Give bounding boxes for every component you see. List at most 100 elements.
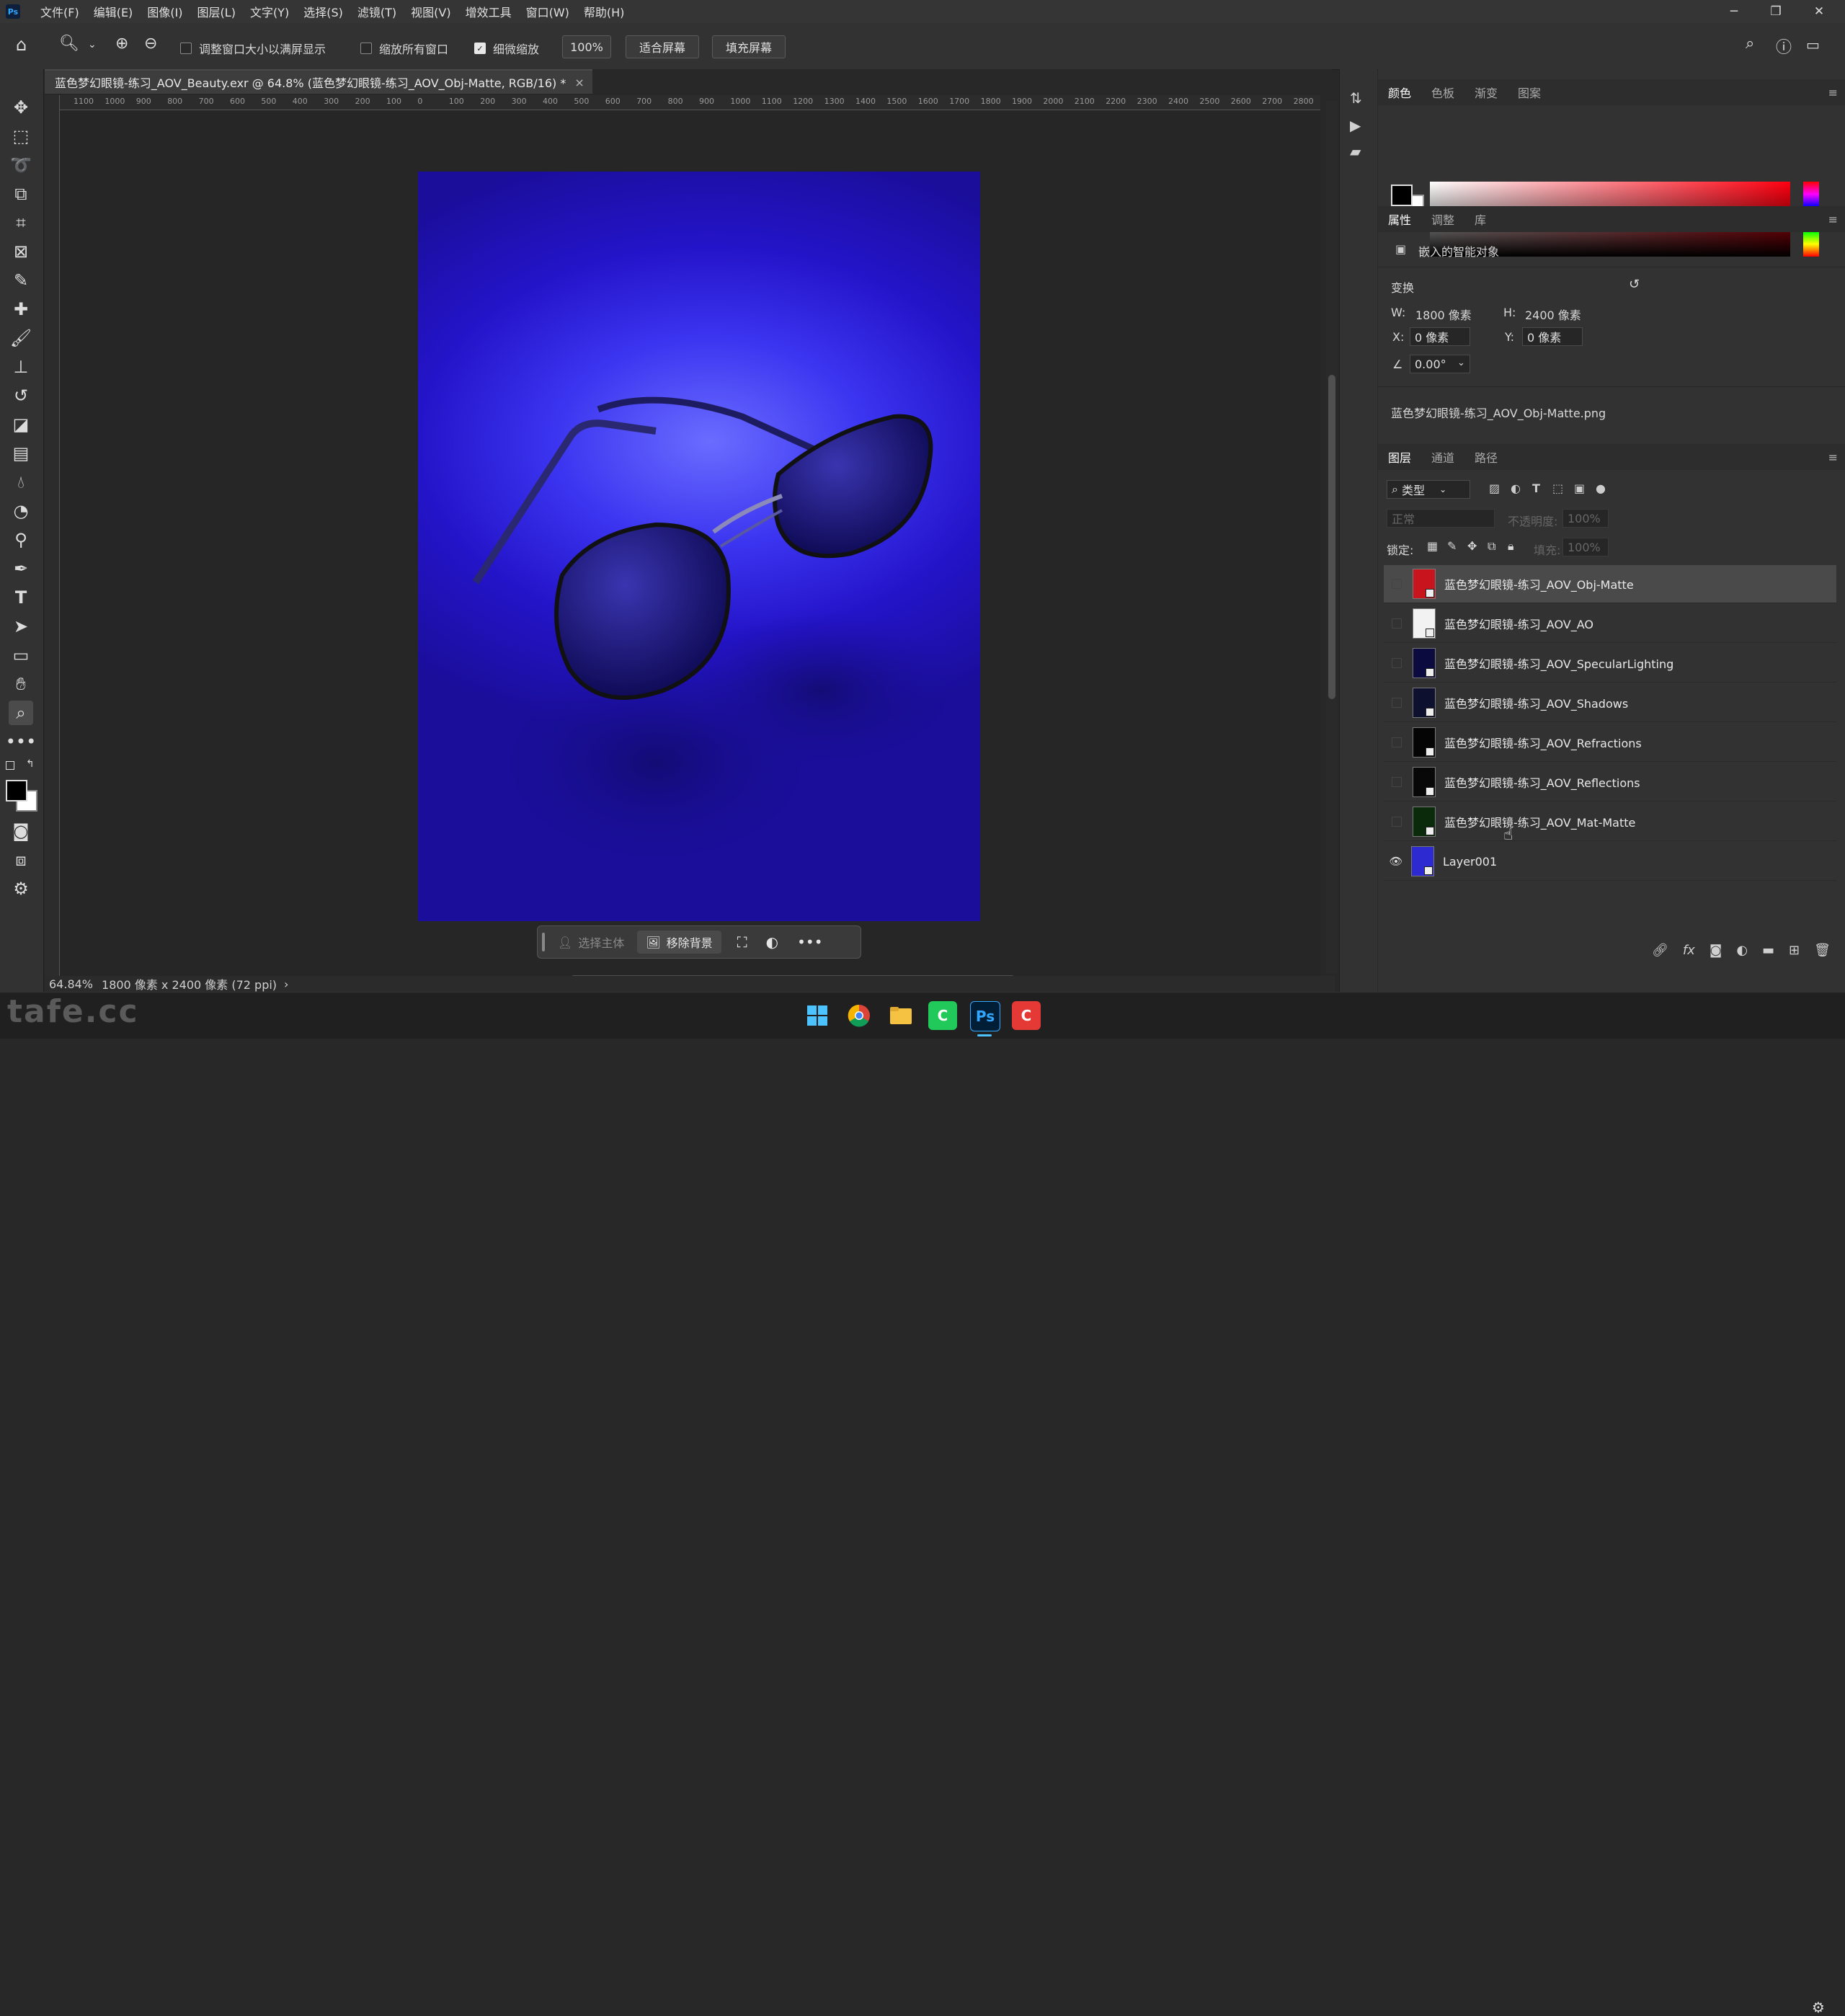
select-subject-button[interactable]: 👤︎ 选择主体 bbox=[558, 931, 624, 954]
zoom-level[interactable]: 64.84% bbox=[49, 977, 93, 991]
resize-windows-checkbox[interactable]: 调整窗口大小以满屏显示 bbox=[180, 40, 326, 57]
comment-icon[interactable]: ▰ bbox=[1350, 143, 1361, 160]
menu-item[interactable]: 滤镜(T) bbox=[350, 3, 404, 20]
burn-tool-icon[interactable]: ⚲ bbox=[9, 528, 33, 552]
photoshop-taskbar-icon[interactable]: Ps bbox=[970, 1001, 1000, 1031]
default-colors-icon[interactable] bbox=[6, 761, 14, 770]
blend-mode-select[interactable]: 正常 bbox=[1387, 509, 1495, 528]
document-image[interactable] bbox=[418, 172, 980, 921]
lasso-tool-icon[interactable]: ➰ bbox=[9, 153, 33, 177]
tab-libraries[interactable]: 库 bbox=[1464, 210, 1496, 228]
scrollbar-thumb[interactable] bbox=[1328, 375, 1335, 699]
chevron-down-icon[interactable]: ⌄ bbox=[88, 39, 97, 50]
color-panel-foreground-swatch[interactable] bbox=[1391, 185, 1413, 206]
stamp-tool-icon[interactable]: ⊥ bbox=[9, 355, 33, 379]
width-value[interactable]: 1800 像素 bbox=[1415, 306, 1472, 323]
dodge-tool-icon[interactable]: ◔ bbox=[9, 499, 33, 523]
tab-patterns[interactable]: 图案 bbox=[1508, 84, 1551, 101]
home-icon[interactable]: ⌂ bbox=[16, 35, 27, 55]
tab-swatches[interactable]: 色板 bbox=[1421, 84, 1464, 101]
pixel-filter-icon[interactable]: ▨ bbox=[1489, 481, 1500, 495]
more-options-icon[interactable]: ••• bbox=[797, 931, 822, 954]
tab-channels[interactable]: 通道 bbox=[1421, 448, 1464, 466]
edit-toolbar-icon[interactable]: ⚙ bbox=[9, 876, 33, 901]
remove-background-button[interactable]: 🖼︎ 移除背景 bbox=[637, 931, 721, 954]
type-filter-icon[interactable]: T bbox=[1532, 481, 1540, 495]
file-explorer-icon[interactable] bbox=[886, 1001, 915, 1030]
chrome-icon[interactable] bbox=[845, 1001, 873, 1030]
lock-artboard-icon[interactable]: ⧉ bbox=[1488, 539, 1495, 554]
scrubby-zoom-checkbox[interactable]: ✓ 细微缩放 bbox=[474, 40, 539, 57]
object-selection-tool-icon[interactable]: ⧉ bbox=[9, 182, 33, 206]
delete-layer-icon[interactable]: 🗑︎ bbox=[1814, 943, 1831, 958]
new-group-icon[interactable]: ▬ bbox=[1762, 943, 1774, 958]
panel-menu-icon[interactable]: ≡ bbox=[1828, 213, 1838, 226]
menu-item[interactable]: 编辑(E) bbox=[86, 3, 141, 20]
workspace-icon[interactable]: ▭ bbox=[1806, 36, 1820, 53]
opacity-input[interactable]: 100% bbox=[1562, 509, 1609, 528]
tab-gradients[interactable]: 渐变 bbox=[1464, 84, 1508, 101]
layer-row[interactable]: 蓝色梦幻眼镜-练习_AOV_Reflections bbox=[1384, 763, 1836, 801]
marquee-tool-icon[interactable]: ⬚ bbox=[9, 124, 33, 148]
brush-tool-icon[interactable]: 🖌︎ bbox=[9, 326, 33, 350]
tab-layers[interactable]: 图层 bbox=[1378, 448, 1421, 466]
layer-row[interactable]: 蓝色梦幻眼镜-练习_AOV_Mat-Matte bbox=[1384, 803, 1836, 841]
pen-tool-icon[interactable]: ✒ bbox=[9, 556, 33, 581]
healing-tool-icon[interactable]: ✚ bbox=[9, 297, 33, 321]
x-input[interactable]: 0 像素 bbox=[1410, 327, 1470, 346]
fill-input[interactable]: 100% bbox=[1562, 538, 1609, 556]
zoom-all-windows-checkbox[interactable]: 缩放所有窗口 bbox=[360, 40, 448, 57]
panel-menu-icon[interactable]: ≡ bbox=[1828, 450, 1838, 464]
tab-paths[interactable]: 路径 bbox=[1464, 448, 1508, 466]
layer-row[interactable]: 蓝色梦幻眼镜-练习_AOV_SpecularLighting bbox=[1384, 644, 1836, 683]
foreground-color-swatch[interactable] bbox=[6, 780, 27, 801]
green-app-icon[interactable]: C bbox=[928, 1001, 957, 1030]
visibility-toggle[interactable] bbox=[1392, 698, 1402, 708]
visibility-toggle[interactable] bbox=[1392, 777, 1402, 787]
link-layers-icon[interactable]: 🔗︎ bbox=[1652, 943, 1668, 958]
zoom-tool-preset-icon[interactable]: 🔍︎ bbox=[59, 35, 79, 53]
layer-row[interactable]: 蓝色梦幻眼镜-练习_AOV_AO bbox=[1384, 605, 1836, 643]
filter-toggle-icon[interactable]: ● bbox=[1596, 481, 1606, 495]
blur-tool-icon[interactable]: 💧︎ bbox=[9, 470, 33, 494]
menu-item[interactable]: 增效工具 bbox=[458, 3, 519, 20]
lock-all-icon[interactable]: 🔒︎ bbox=[1508, 539, 1514, 554]
new-adjustment-icon[interactable]: ◐ bbox=[1736, 943, 1748, 958]
eyedropper-tool-icon[interactable]: ✎ bbox=[9, 268, 33, 293]
visibility-toggle[interactable] bbox=[1392, 618, 1402, 629]
fill-screen-button[interactable]: 填充屏幕 bbox=[712, 35, 786, 58]
layer-row[interactable]: 蓝色梦幻眼镜-练习_AOV_Shadows bbox=[1384, 684, 1836, 722]
vertical-scrollbar[interactable] bbox=[1326, 101, 1338, 973]
menu-item[interactable]: 选择(S) bbox=[296, 3, 350, 20]
height-value[interactable]: 2400 像素 bbox=[1525, 306, 1581, 323]
drag-handle[interactable] bbox=[542, 933, 545, 951]
chevron-right-icon[interactable]: › bbox=[284, 977, 288, 991]
red-app-icon[interactable]: C bbox=[1012, 1001, 1041, 1030]
add-mask-icon[interactable]: ◙ bbox=[1710, 943, 1722, 958]
more-tools-icon[interactable]: ••• bbox=[6, 729, 36, 754]
quick-mask-icon[interactable]: ◙ bbox=[9, 819, 33, 843]
swap-colors-icon[interactable]: ↰ bbox=[26, 758, 35, 770]
screen-mode-icon[interactable]: ⧈ bbox=[9, 848, 33, 872]
layer-row[interactable]: 蓝色梦幻眼镜-练习_AOV_Obj-Matte bbox=[1384, 565, 1836, 603]
lock-pixels-icon[interactable]: ✎ bbox=[1447, 539, 1457, 553]
panel-menu-icon[interactable]: ≡ bbox=[1828, 86, 1838, 99]
lock-position-icon[interactable]: ✥ bbox=[1467, 539, 1477, 553]
tab-color[interactable]: 颜色 bbox=[1378, 84, 1421, 101]
tab-properties[interactable]: 属性 bbox=[1378, 210, 1421, 228]
zoom-in-icon[interactable]: ⊕ bbox=[115, 35, 128, 53]
adjustment-filter-icon[interactable]: ◐ bbox=[1511, 481, 1521, 495]
zoom-tool-icon[interactable]: ⌕ bbox=[9, 701, 33, 725]
close-window-button[interactable]: ✕ bbox=[1799, 0, 1839, 23]
path-selection-tool-icon[interactable]: ➤ bbox=[9, 614, 33, 639]
visibility-toggle[interactable] bbox=[1392, 737, 1402, 747]
gradient-tool-icon[interactable]: ▤ bbox=[9, 441, 33, 466]
menu-item[interactable]: 文件(F) bbox=[33, 3, 86, 20]
y-input[interactable]: 0 像素 bbox=[1522, 327, 1583, 346]
notification-icon[interactable]: ⚙ bbox=[1812, 1999, 1825, 2016]
menu-item[interactable]: 窗口(W) bbox=[519, 3, 577, 20]
menu-item[interactable]: 图层(L) bbox=[190, 3, 243, 20]
tab-adjustments[interactable]: 调整 bbox=[1421, 210, 1464, 228]
eye-icon[interactable]: 👁︎ bbox=[1384, 855, 1408, 868]
frame-tool-icon[interactable]: ⊠ bbox=[9, 239, 33, 264]
